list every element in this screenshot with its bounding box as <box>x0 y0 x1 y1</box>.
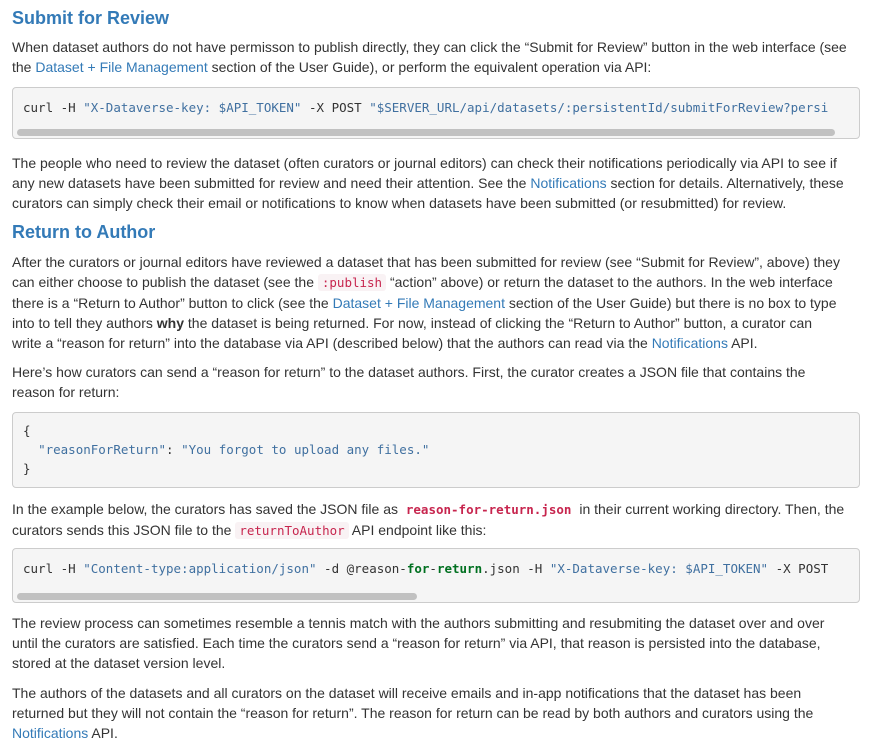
text-fragment: API endpoint like this: <box>348 522 487 538</box>
code-token: -d @reason- <box>316 561 407 576</box>
code-token: curl -H <box>23 100 84 115</box>
code-token: : <box>166 442 182 457</box>
json-intro-paragraph: Here’s how curators can send a “reason f… <box>12 362 870 402</box>
submit-followup-paragraph: The people who need to review the datase… <box>12 153 870 213</box>
text-line: write a “reason for return” into the dat… <box>12 335 758 351</box>
inline-code-endpoint: returnToAuthor <box>235 522 349 539</box>
section-title-return-to-author: Return to Author <box>12 222 156 242</box>
code-string: "X-Dataverse-key: $API_TOKEN" <box>549 561 769 576</box>
text-line: reason for return: <box>12 384 120 400</box>
text-line: Here’s how curators can send a “reason f… <box>12 364 806 380</box>
return-intro-paragraph: After the curators or journal editors ha… <box>12 252 870 353</box>
text-fragment: section of the User Guide) but there is … <box>504 295 837 311</box>
text-fragment: section for details. Alternatively, thes… <box>606 175 844 191</box>
text-line: into to tell they authors why the datase… <box>12 315 812 331</box>
notifications-link[interactable]: Notifications <box>652 335 728 351</box>
code-keyword: return <box>436 561 483 576</box>
text-line: returned but they will not contain the “… <box>12 705 814 721</box>
horizontal-scrollbar[interactable] <box>13 126 859 138</box>
horizontal-scrollbar[interactable] <box>13 590 859 602</box>
text-line: curators can simply check their email or… <box>12 195 787 211</box>
json-value: "You forgot to upload any files." <box>181 442 430 457</box>
code-token: -X POST <box>301 100 370 115</box>
return-curl-code-block[interactable]: curl -H "Content-type:application/json" … <box>12 548 860 603</box>
code-token: curl -H <box>23 561 84 576</box>
code-line: { <box>23 423 31 438</box>
dataset-file-management-link[interactable]: Dataset + File Management <box>35 59 207 75</box>
text-fragment: write a “reason for return” into the dat… <box>12 335 652 351</box>
inline-code-filename: reason-for-return.json <box>405 502 572 517</box>
text-line: When dataset authors do not have permiss… <box>12 39 847 55</box>
text-line: there is a “Return to Author” button to … <box>12 295 837 311</box>
text-fragment: can either choose to publish the dataset… <box>12 274 318 290</box>
code-line: curl -H "X-Dataverse-key: $API_TOKEN" -X… <box>23 98 828 118</box>
code-token: -X POST <box>768 561 829 576</box>
text-fragment: API. <box>88 725 118 741</box>
text-fragment: curators sends this JSON file to the <box>12 522 236 538</box>
notifications-link[interactable]: Notifications <box>530 175 606 191</box>
final-paragraph: The authors of the datasets and all cura… <box>12 683 870 743</box>
code-string: "Content-type:application/json" <box>83 561 317 576</box>
text-line: stored at the dataset version level. <box>12 655 226 671</box>
text-fragment: the <box>12 59 36 75</box>
text-fragment: any new datasets have been submitted for… <box>12 175 531 191</box>
code-keyword: for <box>406 561 430 576</box>
text-line: until the curators are satisfied. Each t… <box>12 635 821 651</box>
text-line: The people who need to review the datase… <box>12 155 837 171</box>
scrollbar-thumb[interactable] <box>17 593 417 600</box>
code-line: curl -H "Content-type:application/json" … <box>23 559 828 579</box>
code-line: } <box>23 461 31 476</box>
submit-curl-code-block[interactable]: curl -H "X-Dataverse-key: $API_TOKEN" -X… <box>12 87 860 139</box>
text-line: Notifications API. <box>12 725 118 741</box>
notifications-link[interactable]: Notifications <box>12 725 88 741</box>
text-fragment: API. <box>727 335 758 351</box>
code-token: - <box>429 561 437 576</box>
bold-text: why <box>156 315 184 331</box>
text-fragment: into to tell they authors <box>12 315 157 331</box>
text-fragment: In the example below, the curators has s… <box>12 501 402 517</box>
text-line: any new datasets have been submitted for… <box>12 175 844 191</box>
text-fragment: “action” above) or return the dataset to… <box>386 274 833 290</box>
docs-page: Submit for Review When dataset authors d… <box>0 0 883 748</box>
text-line: curators sends this JSON file to the ret… <box>12 522 487 539</box>
text-fragment: section of the User Guide), or perform t… <box>207 59 652 75</box>
section-title-submit-for-review: Submit for Review <box>12 8 170 28</box>
code-string: "$SERVER_URL/api/datasets/:persistentId/… <box>369 100 829 115</box>
submit-intro-paragraph: When dataset authors do not have permiss… <box>12 37 870 77</box>
text-fragment: there is a “Return to Author” button to … <box>12 295 333 311</box>
text-fragment: the dataset is being returned. For now, … <box>184 315 813 331</box>
text-line: The authors of the datasets and all cura… <box>12 685 802 701</box>
text-line: After the curators or journal editors ha… <box>12 254 840 270</box>
scrollbar-thumb[interactable] <box>17 129 835 136</box>
inline-code-publish: :publish <box>317 274 387 291</box>
code-token: .json -H <box>482 561 550 576</box>
code-line: "reasonForReturn": "You forgot to upload… <box>23 440 429 460</box>
text-line: In the example below, the curators has s… <box>12 501 844 517</box>
json-key: "reasonForReturn" <box>38 442 166 457</box>
example-paragraph: In the example below, the curators has s… <box>12 499 870 541</box>
dataset-file-management-link[interactable]: Dataset + File Management <box>333 295 505 311</box>
tennis-paragraph: The review process can sometimes resembl… <box>12 613 870 673</box>
text-line: can either choose to publish the dataset… <box>12 274 833 291</box>
text-line: the Dataset + File Management section of… <box>12 59 651 75</box>
code-string: "X-Dataverse-key: $API_TOKEN" <box>83 100 302 115</box>
text-line: The review process can sometimes resembl… <box>12 615 825 631</box>
json-code-block[interactable]: { "reasonForReturn": "You forgot to uplo… <box>12 412 860 488</box>
text-fragment: in their current working directory. Then… <box>575 501 845 517</box>
